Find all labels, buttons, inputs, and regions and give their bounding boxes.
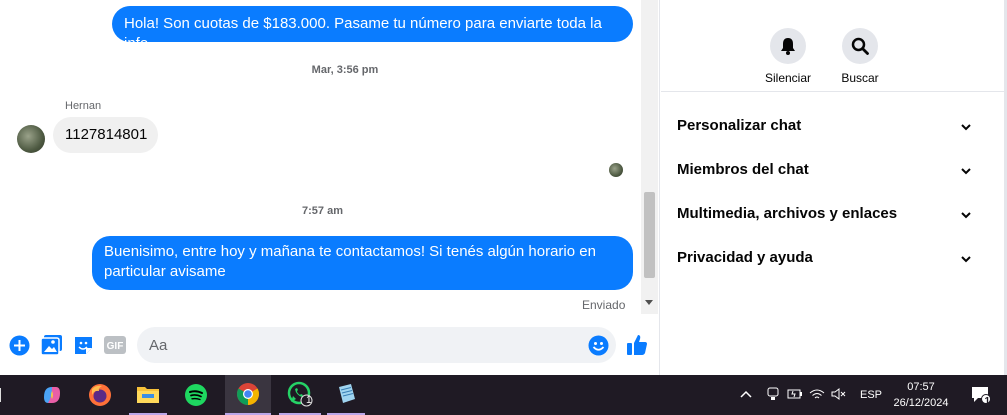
task-view-icon[interactable] bbox=[0, 375, 10, 415]
chevron-down-icon[interactable] bbox=[960, 209, 972, 221]
read-receipt-avatar bbox=[609, 163, 623, 177]
clock-date: 26/12/2024 bbox=[893, 397, 949, 409]
battery-icon[interactable] bbox=[784, 388, 806, 403]
timestamp: 7:57 am bbox=[302, 205, 343, 217]
copilot-icon[interactable] bbox=[33, 375, 71, 415]
section-media-files-links[interactable]: Multimedia, archivos y enlaces bbox=[677, 205, 977, 222]
messenger-window: Hola! Son cuotas de $183.000. Pasame tu … bbox=[0, 0, 1007, 375]
chrome-icon[interactable] bbox=[225, 375, 271, 415]
bell-icon[interactable] bbox=[770, 28, 806, 64]
section-chat-members[interactable]: Miembros del chat bbox=[677, 161, 977, 178]
like-icon[interactable] bbox=[626, 334, 648, 356]
plus-icon[interactable] bbox=[8, 334, 30, 356]
avatar[interactable] bbox=[17, 125, 45, 153]
search-action[interactable]: Buscar bbox=[820, 28, 900, 85]
whatsapp-badge: 1 bbox=[306, 395, 312, 406]
notepad-icon[interactable] bbox=[327, 375, 365, 415]
timestamp: Mar, 3:56 pm bbox=[311, 64, 379, 76]
wifi-icon[interactable] bbox=[806, 388, 828, 403]
file-explorer-icon[interactable] bbox=[129, 375, 167, 415]
scrollbar-thumb[interactable] bbox=[644, 192, 655, 278]
clock-time: 07:57 bbox=[907, 381, 935, 393]
message-input[interactable]: Aa bbox=[137, 327, 616, 363]
whatsapp-icon[interactable]: 1 bbox=[279, 375, 321, 415]
mute-action[interactable]: Silenciar bbox=[748, 28, 828, 85]
notification-badge: 1 bbox=[984, 396, 990, 407]
gif-icon[interactable]: GIF bbox=[104, 334, 126, 356]
chevron-up-icon[interactable] bbox=[738, 389, 754, 401]
search-label: Buscar bbox=[841, 71, 879, 85]
outgoing-message[interactable]: Buenisimo, entre hoy y mañana te contact… bbox=[92, 236, 633, 290]
section-customize-chat[interactable]: Personalizar chat bbox=[677, 117, 977, 134]
chevron-down-icon[interactable] bbox=[960, 121, 972, 133]
spotify-icon[interactable] bbox=[177, 375, 215, 415]
firefox-icon[interactable] bbox=[81, 375, 119, 415]
search-icon[interactable] bbox=[842, 28, 878, 64]
incoming-message[interactable]: 1127814801 bbox=[53, 117, 158, 153]
svg-text:GIF: GIF bbox=[107, 341, 124, 352]
scroll-down-arrow[interactable] bbox=[645, 300, 653, 305]
notification-icon[interactable]: 1 bbox=[962, 375, 1000, 415]
language-indicator[interactable]: ESP bbox=[860, 389, 882, 401]
image-icon[interactable] bbox=[40, 334, 62, 356]
sticker-icon[interactable] bbox=[72, 334, 94, 356]
meet-now-icon[interactable] bbox=[762, 387, 784, 404]
message-status: Enviado bbox=[582, 298, 626, 312]
outgoing-message[interactable]: Hola! Son cuotas de $183.000. Pasame tu … bbox=[112, 6, 633, 52]
sender-name: Hernan bbox=[65, 100, 102, 112]
taskbar: 1 ESP 07:57 26/12/2024 1 bbox=[0, 375, 1007, 415]
section-privacy-help[interactable]: Privacidad y ayuda bbox=[677, 249, 977, 266]
composer: GIF Aa bbox=[0, 322, 660, 368]
system-tray: ESP bbox=[738, 375, 882, 415]
volume-muted-icon[interactable] bbox=[828, 387, 850, 403]
mute-label: Silenciar bbox=[764, 71, 812, 85]
clock[interactable]: 07:57 26/12/2024 bbox=[890, 379, 952, 411]
divider bbox=[661, 91, 1004, 92]
emoji-icon[interactable] bbox=[587, 334, 609, 356]
chevron-down-icon[interactable] bbox=[960, 165, 972, 177]
chat-info-panel: Silenciar Buscar bbox=[661, 0, 1007, 375]
chevron-down-icon[interactable] bbox=[960, 253, 972, 265]
conversation-panel: Hola! Son cuotas de $183.000. Pasame tu … bbox=[0, 0, 660, 375]
